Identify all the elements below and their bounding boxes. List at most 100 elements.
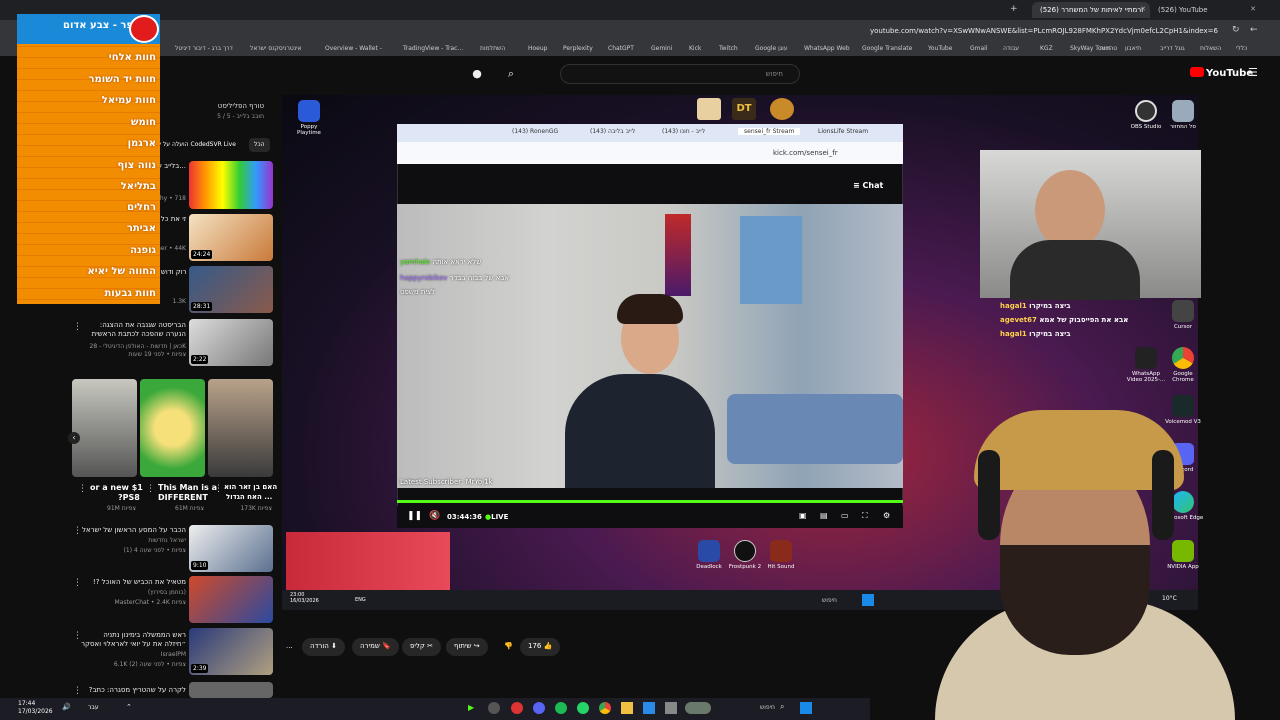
more-options-icon[interactable]: ⋮ bbox=[146, 484, 155, 494]
more-options-icon[interactable]: ⋮ bbox=[73, 322, 82, 332]
taskbar-clock[interactable]: 17:44 17/03/2026 bbox=[18, 700, 53, 716]
dislike-button[interactable]: 👎 bbox=[496, 638, 521, 656]
short-title[interactable]: or a new $1 bbox=[90, 483, 143, 492]
short-thumbnail[interactable] bbox=[140, 379, 205, 477]
more-options-icon[interactable]: ⋮ bbox=[73, 578, 82, 588]
chrome-icon[interactable] bbox=[599, 702, 611, 714]
chip-all[interactable]: הכל bbox=[249, 138, 270, 152]
tab-active-video[interactable]: (526) זרמתיי לאיתות של המשחרר ✕ bbox=[1032, 2, 1150, 18]
bookmark[interactable]: דרך ברג - דיבור דיגיטל bbox=[175, 45, 233, 52]
share-button[interactable]: שיתוף ↪ bbox=[446, 638, 488, 656]
taskbar-app-icon[interactable] bbox=[511, 702, 523, 714]
search-icon[interactable]: ⌕ bbox=[780, 702, 784, 712]
bookmark[interactable]: YouTube bbox=[928, 45, 952, 52]
bookmark[interactable]: Hoeup bbox=[528, 45, 548, 52]
short-title[interactable]: This Man is a bbox=[158, 483, 217, 492]
bookmark[interactable]: גוגל דרייב bbox=[1160, 45, 1185, 52]
bookmark[interactable]: Twitch bbox=[719, 45, 738, 52]
taskbar-app-icon[interactable] bbox=[665, 702, 677, 714]
folder-icon[interactable] bbox=[621, 702, 633, 714]
clip-button[interactable]: קליפ ✂ bbox=[402, 638, 441, 656]
video-thumbnail[interactable] bbox=[189, 576, 273, 623]
video-thumbnail[interactable]: 9:10 bbox=[189, 525, 273, 572]
more-options-icon[interactable]: ⋮ bbox=[73, 631, 82, 641]
app-icon[interactable]: DT bbox=[732, 98, 756, 120]
desktop-icon-chrome[interactable]: Google Chrome bbox=[1162, 347, 1204, 383]
bookmark[interactable]: Perplexity bbox=[563, 45, 593, 52]
short-thumbnail[interactable] bbox=[72, 379, 137, 477]
download-button[interactable]: הורדה ⬇ bbox=[302, 638, 345, 656]
bookmark[interactable]: Gemini bbox=[651, 45, 672, 52]
video-title[interactable]: !? מטאיל את הכביש של האוכל bbox=[80, 578, 186, 586]
spotify-icon[interactable] bbox=[555, 702, 567, 714]
desktop-icon-cursor[interactable]: Cursor bbox=[1162, 300, 1204, 330]
address-bar[interactable]: youtube.com/watch?v=XSwWNwANSWE&list=PLc… bbox=[0, 20, 1280, 42]
bookmark[interactable]: Google עוגן bbox=[755, 45, 788, 52]
bookmark[interactable]: WhatsApp Web bbox=[804, 45, 850, 52]
close-icon[interactable]: ✕ bbox=[1250, 5, 1256, 13]
desktop-icon-game[interactable]: Hit Sound bbox=[760, 540, 802, 570]
bookmark[interactable]: SkyWay Tours bbox=[1070, 45, 1111, 52]
bookmark[interactable]: השתלמות bbox=[480, 45, 505, 52]
bookmark[interactable]: TradingView - Trac... bbox=[403, 45, 463, 52]
more-options-icon[interactable]: ⋮ bbox=[78, 484, 87, 494]
video-thumbnail[interactable]: 24:24 bbox=[189, 214, 273, 261]
video-thumbnail[interactable]: 2:39 bbox=[189, 628, 273, 675]
desktop-icon-poppy[interactable]: Poppy Playtime bbox=[288, 100, 330, 136]
app-icon[interactable] bbox=[697, 98, 721, 120]
discord-icon[interactable] bbox=[533, 702, 545, 714]
bookmark[interactable]: Overview - Wallet - bbox=[325, 45, 382, 52]
microphone-icon[interactable]: ● bbox=[469, 66, 485, 82]
taskbar-search[interactable]: חיפוש bbox=[760, 704, 775, 711]
hamburger-menu-icon[interactable]: ☰ bbox=[1248, 66, 1258, 79]
chip-uploader[interactable]: הועלה על ידי CodedSVR Live bbox=[150, 138, 241, 152]
video-thumbnail[interactable]: 2:22 bbox=[189, 319, 273, 366]
search-icon[interactable]: ⌕ bbox=[503, 66, 519, 82]
taskbar-app-icon[interactable]: ▶ bbox=[468, 703, 474, 712]
taskbar-app-icon[interactable] bbox=[685, 702, 711, 714]
bookmark[interactable]: עבודה bbox=[1003, 45, 1019, 52]
chevron-left-icon[interactable]: ‹ bbox=[68, 432, 80, 444]
video-title[interactable]: הכבר על המסע הראשון של ישראל bbox=[80, 526, 186, 534]
more-options-icon[interactable]: ⋮ bbox=[73, 526, 82, 536]
bookmark[interactable]: תיאבון bbox=[1125, 45, 1141, 52]
bookmark[interactable]: אינטרניסקנס ישראל bbox=[250, 45, 302, 52]
taskbar-app-icon[interactable] bbox=[488, 702, 500, 714]
short-title[interactable]: האם בן זאר הוא bbox=[224, 483, 277, 491]
bookmark[interactable]: Gmail bbox=[970, 45, 988, 52]
tab-youtube[interactable]: (526) YouTube ✕ bbox=[1150, 2, 1260, 18]
bookmark[interactable]: ChatGPT bbox=[608, 45, 634, 52]
volume-icon[interactable]: 🔊 bbox=[62, 703, 71, 711]
video-title[interactable]: ראש הממשלה בימינון נתניה ״חיזלה את על יו… bbox=[80, 631, 186, 649]
like-button[interactable]: 176 👍 bbox=[520, 638, 561, 656]
tray-chevron-icon[interactable]: ⌃ bbox=[126, 703, 132, 711]
bookmark[interactable]: KGZ bbox=[1040, 45, 1053, 52]
save-button[interactable]: שמירה 🔖 bbox=[352, 638, 399, 656]
youtube-logo[interactable]: YouTube bbox=[1190, 67, 1253, 79]
video-thumbnail[interactable]: 28:31 bbox=[189, 266, 273, 313]
taskbar-app-icon[interactable] bbox=[643, 702, 655, 714]
bookmark[interactable]: Google Translate bbox=[862, 45, 912, 52]
more-options-icon[interactable]: ⋮ bbox=[214, 484, 223, 494]
reload-icon[interactable]: ↻ bbox=[1232, 25, 1240, 35]
app-icon[interactable] bbox=[770, 98, 794, 120]
desktop-icon-recycle[interactable]: סל המחזור bbox=[1162, 100, 1204, 130]
more-options-icon[interactable]: ⋮ bbox=[73, 686, 82, 696]
video-title[interactable]: ?לקרה על שהטריץ מסגרה: כתב bbox=[80, 686, 186, 694]
video-title[interactable]: הבריסטה שגנבה את ההצגה: הנערה שהפכה לכתב… bbox=[80, 321, 186, 339]
windows-start-icon[interactable] bbox=[800, 702, 812, 714]
new-tab-icon[interactable]: + bbox=[1010, 4, 1018, 14]
bookmark[interactable]: Kick bbox=[689, 45, 701, 52]
bookmark[interactable]: כללי bbox=[1236, 45, 1247, 52]
more-actions-button[interactable]: ... bbox=[278, 638, 301, 656]
desktop-icon-whatsapp-video[interactable]: WhatsApp Video 2025-... bbox=[1125, 347, 1167, 383]
short-thumbnail[interactable] bbox=[208, 379, 273, 477]
bookmark[interactable]: השאלות bbox=[1200, 45, 1221, 52]
video-thumbnail[interactable] bbox=[189, 161, 273, 209]
search-input[interactable]: חיפוש bbox=[560, 64, 800, 84]
whatsapp-icon[interactable] bbox=[577, 702, 589, 714]
close-icon[interactable]: ✕ bbox=[1140, 5, 1146, 13]
back-icon[interactable]: ← bbox=[1250, 25, 1258, 35]
desktop-icon-obs[interactable]: OBS Studio bbox=[1125, 100, 1167, 130]
video-thumbnail[interactable] bbox=[189, 682, 273, 698]
